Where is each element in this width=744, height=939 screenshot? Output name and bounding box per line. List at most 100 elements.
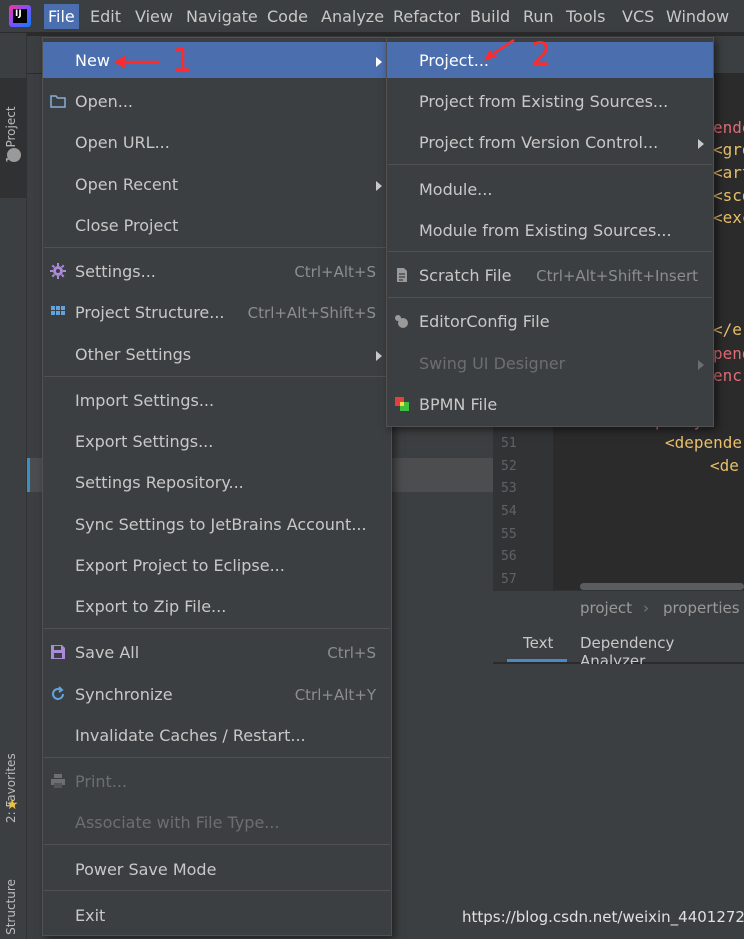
structure-tool-label[interactable]: Z: Structure bbox=[4, 879, 18, 939]
menu-item-sync-settings[interactable]: Sync Settings to JetBrains Account... bbox=[43, 506, 391, 542]
sync-icon bbox=[52, 686, 64, 700]
project-structure-icon bbox=[51, 306, 65, 315]
menu-item-bpmn-file[interactable]: BPMN File bbox=[387, 386, 713, 422]
menu-item-label: New bbox=[75, 51, 110, 70]
menu-item-settings[interactable]: Settings... Ctrl+Alt+S bbox=[43, 253, 391, 289]
menu-item-export-zip[interactable]: Export to Zip File... bbox=[43, 588, 391, 624]
menu-item-label: Close Project bbox=[75, 216, 179, 235]
menu-item-save-all[interactable]: Save All Ctrl+S bbox=[43, 634, 391, 670]
menu-item-label: Export Settings... bbox=[75, 432, 214, 451]
submenu-arrow-icon bbox=[698, 139, 704, 149]
menu-file[interactable]: File bbox=[44, 4, 79, 29]
submenu-arrow-icon bbox=[376, 181, 382, 191]
line-number: 56 bbox=[501, 549, 517, 564]
menu-shortcut: Ctrl+Alt+Shift+Insert bbox=[536, 267, 698, 285]
menu-item-invalidate-caches[interactable]: Invalidate Caches / Restart... bbox=[43, 717, 391, 753]
left-tool-strip: 1: Project 2: Favorites ★ Z: Structure bbox=[0, 33, 27, 939]
menu-item-project-existing-sources[interactable]: Project from Existing Sources... bbox=[387, 83, 713, 119]
menu-item-label: Module from Existing Sources... bbox=[419, 221, 672, 240]
menu-run[interactable]: Run bbox=[519, 4, 558, 29]
menu-bar: IJ File Edit View Navigate Code Analyze … bbox=[0, 0, 744, 33]
menu-item-other-settings[interactable]: Other Settings bbox=[43, 336, 391, 372]
menu-shortcut: Ctrl+S bbox=[327, 644, 376, 662]
menu-item-label: Settings Repository... bbox=[75, 473, 244, 492]
menu-navigate[interactable]: Navigate bbox=[182, 4, 262, 29]
breadcrumb-item[interactable]: properties bbox=[663, 599, 740, 617]
menu-separator bbox=[44, 844, 390, 845]
line-number: 52 bbox=[501, 459, 517, 474]
menu-item-label: Project from Version Control... bbox=[419, 133, 659, 152]
menu-item-open[interactable]: Open... bbox=[43, 83, 391, 119]
menu-analyze[interactable]: Analyze bbox=[317, 4, 388, 29]
annotation-arrow-2 bbox=[484, 38, 515, 61]
menu-item-label: Exit bbox=[75, 906, 106, 925]
watermark: https://blog.csdn.net/weixin_44012722 bbox=[462, 908, 744, 926]
menu-item-editorconfig-file[interactable]: EditorConfig File bbox=[387, 303, 713, 339]
menu-item-export-settings[interactable]: Export Settings... bbox=[43, 423, 391, 459]
menu-separator bbox=[44, 890, 390, 891]
menu-item-label: Scratch File bbox=[419, 266, 512, 285]
menu-separator bbox=[44, 376, 390, 377]
editor-bottom-tabs: Text Dependency Analyzer bbox=[493, 626, 744, 670]
menu-refactor[interactable]: Refactor bbox=[389, 4, 464, 29]
menu-item-import-settings[interactable]: Import Settings... bbox=[43, 382, 391, 418]
menu-separator bbox=[44, 757, 390, 758]
menu-item-export-eclipse[interactable]: Export Project to Eclipse... bbox=[43, 547, 391, 583]
menu-item-label: Associate with File Type... bbox=[75, 813, 280, 832]
menu-item-module[interactable]: Module... bbox=[387, 171, 713, 207]
menu-build[interactable]: Build bbox=[466, 4, 514, 29]
horizontal-scrollbar[interactable] bbox=[580, 583, 744, 590]
favorites-star-icon: ★ bbox=[6, 797, 19, 813]
code-fragment: enc bbox=[713, 366, 742, 385]
menu-item-project-structure[interactable]: Project Structure... Ctrl+Alt+Shift+S bbox=[43, 294, 391, 330]
menu-item-label: Settings... bbox=[75, 262, 156, 281]
menu-item-open-url[interactable]: Open URL... bbox=[43, 124, 391, 160]
line-number: 53 bbox=[501, 481, 517, 496]
menu-separator bbox=[44, 628, 390, 629]
menu-separator bbox=[388, 297, 712, 298]
breadcrumb-item[interactable]: project bbox=[580, 599, 632, 617]
menu-item-label: Other Settings bbox=[75, 345, 192, 364]
menu-item-scratch-file[interactable]: Scratch File Ctrl+Alt+Shift+Insert bbox=[387, 257, 713, 293]
editorconfig-mouse-icon bbox=[395, 315, 408, 328]
menu-item-close-project[interactable]: Close Project bbox=[43, 207, 391, 243]
code-fragment: <sco bbox=[713, 186, 744, 205]
bpmn-file-icon bbox=[395, 397, 409, 411]
menu-item-settings-repository[interactable]: Settings Repository... bbox=[43, 464, 391, 500]
menu-item-power-save-mode[interactable]: Power Save Mode bbox=[43, 851, 391, 887]
save-icon bbox=[51, 645, 65, 659]
menu-code[interactable]: Code bbox=[263, 4, 312, 29]
menu-item-module-existing-sources[interactable]: Module from Existing Sources... bbox=[387, 212, 713, 248]
menu-item-print: Print... bbox=[43, 763, 391, 799]
menu-vcs[interactable]: VCS bbox=[618, 4, 658, 29]
menu-item-new[interactable]: New bbox=[43, 42, 391, 78]
printer-icon bbox=[51, 774, 65, 788]
line-number: 54 bbox=[501, 504, 517, 519]
menu-item-label: Project from Existing Sources... bbox=[419, 92, 669, 111]
menu-tools[interactable]: Tools bbox=[562, 4, 609, 29]
menu-separator bbox=[44, 247, 390, 248]
breadcrumb-separator-icon: › bbox=[643, 599, 649, 617]
code-fragment: <de bbox=[710, 456, 739, 475]
menu-window[interactable]: Window bbox=[662, 4, 733, 29]
code-fragment: pend bbox=[713, 344, 744, 363]
menu-item-label: Sync Settings to JetBrains Account... bbox=[75, 515, 367, 534]
tab-text[interactable]: Text bbox=[523, 634, 553, 652]
new-submenu: Project... Project from Existing Sources… bbox=[386, 37, 714, 427]
code-fragment: <exc bbox=[713, 208, 744, 227]
menu-view[interactable]: View bbox=[131, 4, 177, 29]
menu-item-label: Print... bbox=[75, 772, 128, 791]
submenu-arrow-icon bbox=[698, 360, 704, 370]
menu-item-label: Export Project to Eclipse... bbox=[75, 556, 285, 575]
menu-item-project-from-vcs[interactable]: Project from Version Control... bbox=[387, 124, 713, 160]
menu-item-synchronize[interactable]: Synchronize Ctrl+Alt+Y bbox=[43, 676, 391, 712]
menu-item-label: BPMN File bbox=[419, 395, 498, 414]
menu-item-exit[interactable]: Exit bbox=[43, 897, 391, 933]
menu-shortcut: Ctrl+Alt+Shift+S bbox=[247, 304, 376, 322]
breadcrumb: project › properties bbox=[493, 590, 744, 626]
menu-item-associate-file-type: Associate with File Type... bbox=[43, 804, 391, 840]
menu-item-open-recent[interactable]: Open Recent bbox=[43, 166, 391, 202]
menu-item-label: Module... bbox=[419, 180, 493, 199]
submenu-arrow-icon bbox=[376, 351, 382, 361]
menu-edit[interactable]: Edit bbox=[86, 4, 125, 29]
